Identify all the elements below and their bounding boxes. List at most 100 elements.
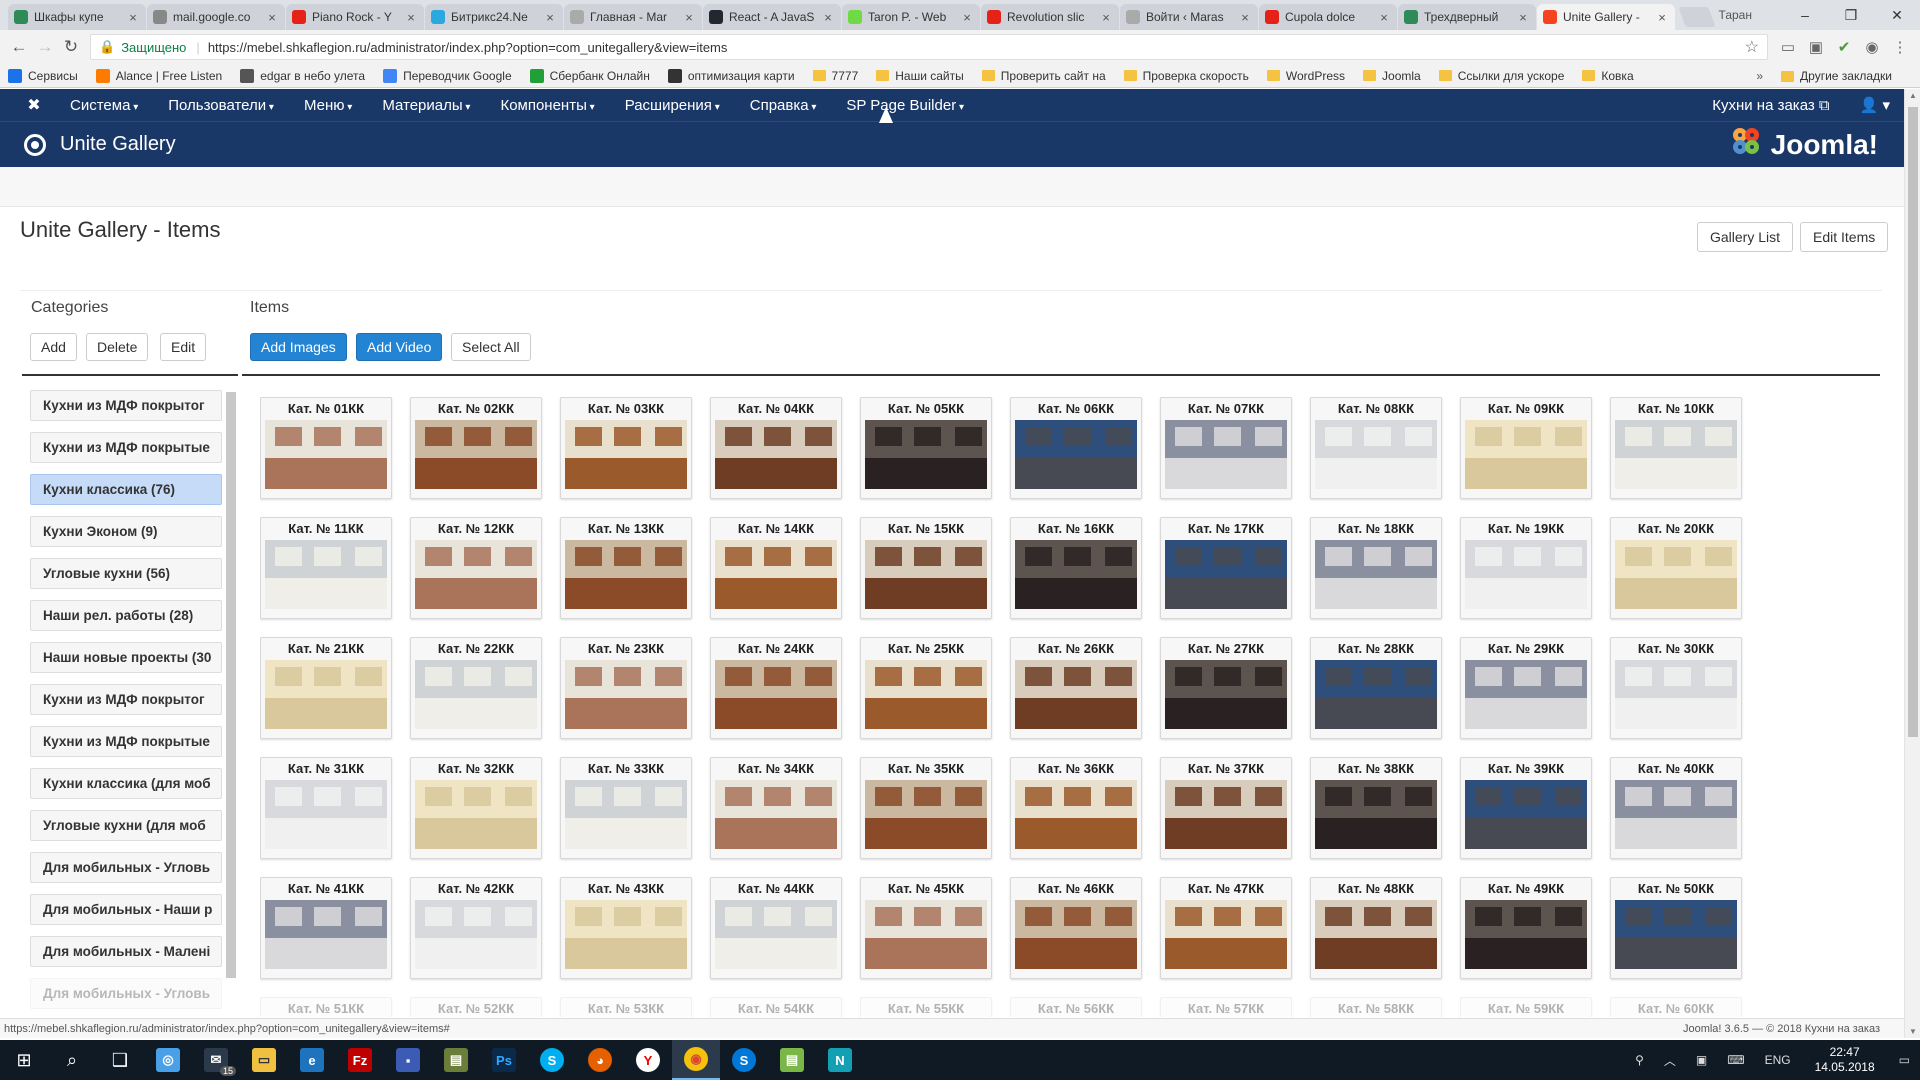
gallery-item[interactable]: Кат. № 40КК — [1610, 757, 1742, 859]
yandex-icon[interactable]: Y — [624, 1040, 672, 1080]
page-scroll-thumb[interactable] — [1908, 107, 1918, 737]
extension-check-icon[interactable]: ✔ — [1830, 38, 1858, 56]
tab-close-icon[interactable]: × — [1238, 10, 1252, 25]
gallery-item[interactable]: Кат. № 10КК — [1610, 397, 1742, 499]
gallery-item[interactable]: Кат. № 08КК — [1310, 397, 1442, 499]
edge-icon[interactable]: e — [288, 1040, 336, 1080]
gallery-item[interactable]: Кат. № 25КК — [860, 637, 992, 739]
bookmark-item[interactable]: оптимизация карти — [667, 68, 795, 83]
task-view-icon[interactable]: ❑ — [96, 1040, 144, 1080]
url-text[interactable]: https://mebel.shkaflegion.ru/administrat… — [208, 40, 1745, 55]
new-tab-button[interactable] — [1678, 7, 1716, 27]
bookmark-star-icon[interactable]: ☆ — [1745, 37, 1759, 57]
bookmark-item[interactable]: Alance | Free Listen — [95, 68, 222, 83]
other-bookmarks[interactable]: Другие закладки — [1781, 69, 1892, 83]
gallery-item[interactable]: Кат. № 49КК — [1460, 877, 1592, 979]
chevron-right-icon[interactable]: » — [1756, 69, 1763, 83]
bookmark-item[interactable]: Проверка скорость — [1123, 69, 1249, 83]
gallery-list-button[interactable]: Gallery List — [1697, 222, 1794, 252]
menu-item[interactable]: Система — [66, 97, 142, 114]
category-item[interactable]: Угловые кухни (56) — [30, 558, 222, 589]
gallery-item[interactable]: Кат. № 58КК — [1310, 997, 1442, 1017]
edit-items-button[interactable]: Edit Items — [1800, 222, 1889, 252]
gallery-item[interactable]: Кат. № 34КК — [710, 757, 842, 859]
category-item[interactable]: Наши новые проекты (30 — [30, 642, 222, 673]
gallery-item[interactable]: Кат. № 22КК — [410, 637, 542, 739]
menu-item[interactable]: Расширения — [621, 97, 724, 114]
menu-item[interactable]: Материалы — [378, 97, 474, 114]
gallery-item[interactable]: Кат. № 16КК — [1010, 517, 1142, 619]
browser-tab[interactable]: Piano Rock - Y × — [286, 4, 424, 30]
browser-tab[interactable]: Revolution slic × — [981, 4, 1119, 30]
gallery-item[interactable]: Кат. № 23КК — [560, 637, 692, 739]
gallery-item[interactable]: Кат. № 47КК — [1160, 877, 1292, 979]
mail-icon[interactable]: ✉ 15 — [192, 1040, 240, 1080]
bookmark-item[interactable]: 7777 — [812, 69, 858, 83]
category-scroll-thumb[interactable] — [226, 392, 236, 978]
forward-icon[interactable]: → — [32, 37, 58, 57]
search-icon[interactable]: ⌕ — [48, 1040, 96, 1080]
site-link[interactable]: Кухни на заказ ⧉ — [1712, 97, 1829, 114]
add-video-button[interactable]: Add Video — [356, 333, 443, 361]
menu-item[interactable]: Меню — [300, 97, 356, 114]
joomla-logo-icon[interactable]: ✖ — [14, 95, 54, 115]
tab-close-icon[interactable]: × — [1655, 10, 1669, 25]
gallery-item[interactable]: Кат. № 51КК — [260, 997, 392, 1017]
browser-tab[interactable]: Войти ‹ Maras × — [1120, 4, 1258, 30]
gallery-item[interactable]: Кат. № 30КК — [1610, 637, 1742, 739]
gallery-item[interactable]: Кат. № 59КК — [1460, 997, 1592, 1017]
delete-category-button[interactable]: Delete — [86, 333, 149, 361]
category-item[interactable]: Наши рел. работы (28) — [30, 600, 222, 631]
firefox-icon[interactable]: ◕ — [576, 1040, 624, 1080]
extension-icon[interactable]: ▭ — [1774, 38, 1802, 56]
save-disk-icon[interactable]: ▪ — [384, 1040, 432, 1080]
gallery-item[interactable]: Кат. № 02КК — [410, 397, 542, 499]
gallery-item[interactable]: Кат. № 35КК — [860, 757, 992, 859]
gallery-item[interactable]: Кат. № 07КК — [1160, 397, 1292, 499]
app-network-icon[interactable]: ◎ — [144, 1040, 192, 1080]
gallery-item[interactable]: Кат. № 41КК — [260, 877, 392, 979]
gallery-item[interactable]: Кат. № 39КК — [1460, 757, 1592, 859]
gallery-item[interactable]: Кат. № 04КК — [710, 397, 842, 499]
category-item[interactable]: Для мобильных - Наши р — [30, 894, 222, 925]
file-explorer-icon[interactable]: ▭ — [240, 1040, 288, 1080]
tab-close-icon[interactable]: × — [1377, 10, 1391, 25]
maximize-icon[interactable]: ❐ — [1828, 7, 1874, 24]
tray-chevron-icon[interactable]: ︿ — [1664, 1052, 1676, 1069]
clock[interactable]: 22:47 14.05.2018 — [1815, 1045, 1875, 1075]
gallery-item[interactable]: Кат. № 09КК — [1460, 397, 1592, 499]
tab-close-icon[interactable]: × — [265, 10, 279, 25]
tray-app-icon[interactable]: ▣ — [1696, 1053, 1707, 1067]
tab-close-icon[interactable]: × — [543, 10, 557, 25]
gallery-item[interactable]: Кат. № 24КК — [710, 637, 842, 739]
gallery-item[interactable]: Кат. № 38КК — [1310, 757, 1442, 859]
back-icon[interactable]: ← — [6, 37, 32, 57]
menu-item[interactable]: SP Page Builder — [842, 97, 968, 114]
gallery-item[interactable]: Кат. № 48КК — [1310, 877, 1442, 979]
gallery-item[interactable]: Кат. № 06КК — [1010, 397, 1142, 499]
tab-close-icon[interactable]: × — [821, 10, 835, 25]
bookmark-item[interactable]: Переводчик Google — [383, 68, 512, 83]
tab-close-icon[interactable]: × — [960, 10, 974, 25]
category-item[interactable]: Кухни классика (76) — [30, 474, 222, 505]
skype-business-icon[interactable]: S — [720, 1040, 768, 1080]
photoshop-icon[interactable]: Ps — [480, 1040, 528, 1080]
gallery-item[interactable]: Кат. № 20КК — [1610, 517, 1742, 619]
bookmark-item[interactable]: Сбербанк Онлайн — [529, 68, 650, 83]
gallery-item[interactable]: Кат. № 01КК — [260, 397, 392, 499]
select-all-button[interactable]: Select All — [451, 333, 531, 361]
gallery-item[interactable]: Кат. № 36КК — [1010, 757, 1142, 859]
gallery-item[interactable]: Кат. № 45КК — [860, 877, 992, 979]
tab-close-icon[interactable]: × — [126, 10, 140, 25]
people-icon[interactable]: ⚲ — [1635, 1053, 1644, 1067]
bookmark-item[interactable]: Сервисы — [8, 68, 78, 83]
gallery-item[interactable]: Кат. № 27КК — [1160, 637, 1292, 739]
gallery-item[interactable]: Кат. № 05КК — [860, 397, 992, 499]
category-scrollbar[interactable] — [226, 392, 236, 978]
gallery-item[interactable]: Кат. № 33КК — [560, 757, 692, 859]
reload-icon[interactable]: ↻ — [58, 37, 84, 57]
gallery-item[interactable]: Кат. № 37КК — [1160, 757, 1292, 859]
browser-tab[interactable]: React - A JavaS × — [703, 4, 841, 30]
gallery-item[interactable]: Кат. № 42КК — [410, 877, 542, 979]
scroll-up-icon[interactable]: ▲ — [1905, 91, 1920, 100]
